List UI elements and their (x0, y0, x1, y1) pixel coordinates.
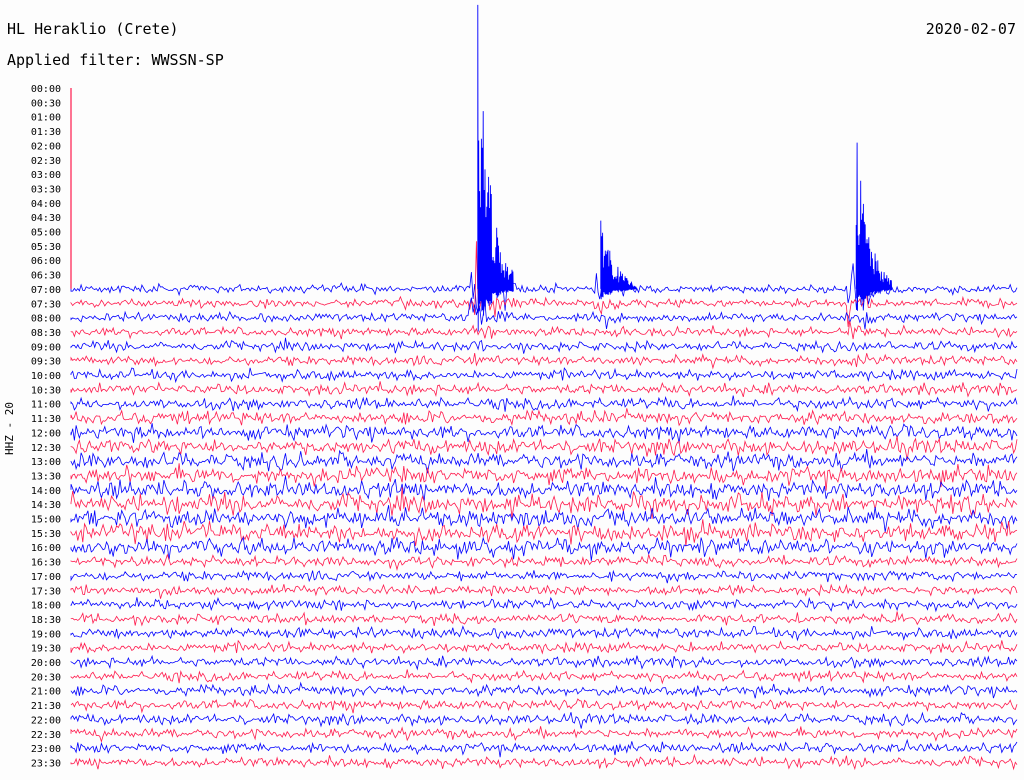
trace-line (70, 569, 1018, 584)
tick-label: 06:30 (31, 271, 61, 282)
tick-label: 01:30 (31, 127, 61, 138)
tick-label: 08:30 (31, 328, 61, 339)
tick-label: 22:30 (31, 730, 61, 741)
trace-line (70, 353, 1018, 370)
tick-label: 05:00 (31, 228, 61, 239)
event-spike (477, 4, 514, 332)
trace-line (70, 639, 1018, 655)
tick-label: 01:00 (31, 113, 61, 124)
tick-label: 19:00 (31, 629, 61, 640)
trace-line (70, 536, 1018, 561)
tick-label: 02:30 (31, 156, 61, 167)
tick-label: 15:30 (31, 529, 61, 540)
tick-label: 00:00 (31, 84, 61, 95)
tick-label: 03:30 (31, 184, 61, 195)
trace-line (70, 654, 1018, 671)
time-tick-labels: 00:00 00:30 01:00 01:30 02:00 02:30 03:00 03:30… (31, 84, 61, 769)
trace-line (70, 711, 1018, 729)
tick-label: 17:30 (31, 586, 61, 597)
tick-label: 11:30 (31, 414, 61, 425)
trace-line (70, 596, 1018, 613)
trace-line (70, 408, 1018, 427)
tick-label: 06:00 (31, 256, 61, 267)
tick-label: 23:30 (31, 758, 61, 769)
tick-label: 18:00 (31, 601, 61, 612)
trace-line (70, 423, 1018, 444)
tick-label: 10:30 (31, 385, 61, 396)
tick-label: 21:30 (31, 701, 61, 712)
tick-label: 21:00 (31, 687, 61, 698)
tick-label: 19:30 (31, 644, 61, 655)
tick-label: 03:00 (31, 170, 61, 181)
tick-label: 04:00 (31, 199, 61, 210)
tick-label: 14:30 (31, 500, 61, 511)
trace-line (70, 738, 1018, 758)
tick-label: 20:00 (31, 658, 61, 669)
trace-line (70, 726, 1018, 743)
trace-line (70, 583, 1018, 599)
trace-line (70, 297, 1018, 330)
tick-label: 15:00 (31, 515, 61, 526)
tick-label: 09:00 (31, 342, 61, 353)
tick-label: 11:00 (31, 400, 61, 411)
tick-label: 16:00 (31, 543, 61, 554)
tick-label: 12:30 (31, 443, 61, 454)
tick-label: 20:30 (31, 672, 61, 683)
tick-label: 07:00 (31, 285, 61, 296)
tick-label: 23:00 (31, 744, 61, 755)
tick-label: 18:30 (31, 615, 61, 626)
tick-label: 13:30 (31, 471, 61, 482)
tick-label: 10:00 (31, 371, 61, 382)
tick-label: 13:00 (31, 457, 61, 468)
trace-line (70, 321, 1018, 340)
trace-line (70, 698, 1018, 714)
trace-line (70, 367, 1018, 384)
trace-line (70, 753, 1018, 771)
trace-line (70, 337, 1018, 354)
trace-line (70, 395, 1018, 413)
tick-label: 12:00 (31, 428, 61, 439)
tick-label: 05:30 (31, 242, 61, 253)
tick-label: 14:00 (31, 486, 61, 497)
tick-label: 08:00 (31, 314, 61, 325)
tick-label: 09:30 (31, 357, 61, 368)
tick-label: 04:30 (31, 213, 61, 224)
trace-line (70, 381, 1018, 398)
trace-line (70, 669, 1018, 685)
trace-line (70, 611, 1018, 627)
tick-label: 00:30 (31, 98, 61, 109)
tick-label: 16:30 (31, 558, 61, 569)
tick-label: 02:00 (31, 141, 61, 152)
tick-label: 17:00 (31, 572, 61, 583)
trace-line (70, 625, 1018, 642)
helicorder-plot: 00:00 00:30 01:00 01:30 02:00 02:30 03:00 03:30… (31, 4, 1018, 771)
seismic-traces (70, 4, 1018, 771)
tick-label: 22:00 (31, 715, 61, 726)
event-spike (600, 220, 637, 300)
tick-label: 07:30 (31, 299, 61, 310)
trace-line (70, 681, 1018, 699)
event-spike (855, 142, 893, 311)
trace-line (70, 553, 1018, 571)
